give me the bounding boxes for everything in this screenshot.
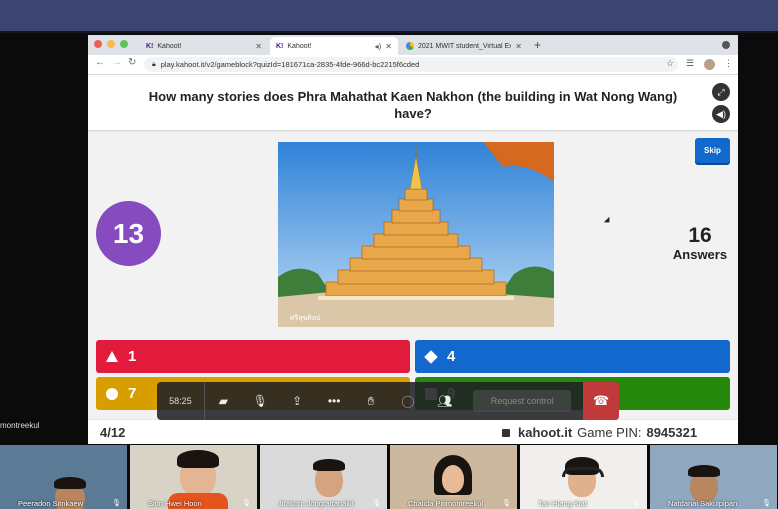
speaker-icon[interactable]: ◂) [375, 42, 382, 51]
close-tab-icon[interactable]: ✕ [385, 42, 392, 51]
game-pin-label: Game PIN: [577, 425, 642, 440]
mic-muted-icon: 🎙︎ [242, 500, 251, 507]
back-icon[interactable]: ← [95, 57, 105, 68]
end-call-icon[interactable]: ☎︎ [583, 382, 620, 420]
temple-pagoda-image: ศรีสุขศิลป [278, 142, 554, 327]
participant-hair [54, 477, 86, 489]
request-control-button[interactable]: Request control [473, 390, 572, 412]
close-tab-icon[interactable]: ✕ [255, 42, 262, 51]
skip-button[interactable]: Skip [695, 138, 730, 163]
lock-icon [502, 428, 510, 437]
answers-count: 16 [688, 224, 712, 247]
reading-list-icon[interactable]: ☰ [686, 58, 694, 69]
image-watermark: ศรีสุขศิลป [290, 314, 321, 322]
answer-label: 4 [447, 348, 456, 365]
new-tab-button[interactable]: + [534, 38, 541, 52]
lock-icon: 🔒︎ [152, 60, 156, 68]
browser-toolbar: ← → ↻ 🔒︎ play.kahoot.it/v2/gameblock?qui… [88, 55, 738, 75]
meeting-top-bar [0, 0, 778, 31]
participant-strip: Peeradon Sitnkaew 🎙︎ Sion Hwei Hoon 🎙︎ J… [0, 445, 778, 509]
forward-icon[interactable]: → [112, 57, 122, 68]
mic-muted-icon: 🎙︎ [372, 500, 381, 507]
participant-name: Tan Hiang Kiat [538, 499, 587, 508]
raise-hand-icon[interactable]: ✋︎ [353, 382, 390, 420]
google-drive-icon [406, 42, 414, 50]
tab-title: 2021 MWIT student_Virtual Ex [418, 42, 512, 50]
kahoot-brand: kahoot.it [518, 425, 573, 440]
answer-option-triangle[interactable]: 1 [96, 340, 410, 373]
top-divider [0, 31, 778, 33]
mic-muted-icon: 🎙︎ [502, 500, 511, 507]
participant-hair [688, 465, 720, 477]
close-tab-icon[interactable]: ✕ [515, 42, 522, 51]
more-menu-icon[interactable]: ⋮ [724, 58, 733, 69]
offscreen-participant-name: montreekul [0, 421, 40, 430]
screen: { "browser": { "tabs": [ {"favicon": "K!… [0, 0, 778, 509]
participant-hair [313, 459, 345, 471]
participant-face [442, 465, 464, 493]
answers-counter: 16 Answers [668, 225, 732, 263]
share-screen-icon[interactable]: ⇪ [279, 382, 316, 420]
answer-label: 1 [128, 348, 137, 365]
participant-name: Jirakorn Jongrattanakit [278, 499, 354, 508]
participant-tile[interactable]: Chalida Pitimontreekul 🎙︎ [390, 445, 517, 509]
countdown-timer: 13 [96, 201, 161, 266]
participant-name: Natdanai Sakulpipan [668, 499, 738, 508]
chat-icon[interactable]: ◯ [390, 382, 427, 420]
participant-name: Chalida Pitimontreekul [408, 499, 484, 508]
question-index: 4/12 [100, 425, 126, 440]
answer-option-diamond[interactable]: 4 [415, 340, 730, 373]
participant-tile[interactable]: Jirakorn Jongrattanakit 🎙︎ [260, 445, 387, 509]
kahoot-favicon-icon: K! [146, 42, 154, 50]
mic-muted-icon[interactable]: 🎙︎ [242, 382, 279, 420]
tab-drive[interactable]: 2021 MWIT student_Virtual Ex ✕ [400, 37, 528, 55]
maximize-window-button[interactable] [120, 40, 128, 48]
camera-icon[interactable]: ▰ [205, 382, 242, 420]
diamond-icon [424, 349, 438, 364]
game-footer: 4/12 kahoot.it Game PIN: 8945321 [88, 419, 738, 444]
more-options-icon[interactable]: ••• [316, 382, 353, 420]
close-window-button[interactable] [94, 40, 102, 48]
chrome-menu-icon[interactable] [722, 41, 730, 49]
participant-name: Peeradon Sitnkaew [18, 499, 84, 508]
headphones-icon [562, 467, 604, 477]
tab-kahoot-1[interactable]: K! Kahoot! ✕ [140, 37, 268, 55]
participant-tile[interactable]: Tan Hiang Kiat 🎙︎ [520, 445, 647, 509]
meeting-controls: 58:25 ▰ 🎙︎ ⇪ ••• ✋︎ ◯ 👥︎ Request control… [157, 382, 620, 420]
mouse-pointer-icon [603, 216, 613, 226]
fullscreen-icon[interactable]: ⤢ [712, 83, 730, 101]
mic-muted-icon: 🎙︎ [112, 500, 121, 507]
reload-icon[interactable]: ↻ [128, 57, 136, 68]
participant-tile[interactable]: Peeradon Sitnkaew 🎙︎ [0, 445, 127, 509]
bookmark-star-icon[interactable]: ☆ [666, 58, 674, 69]
question-text: How many stories does Phra Mahathat Kaen… [148, 89, 678, 121]
tab-title: Kahoot! [157, 42, 182, 50]
kahoot-favicon-icon: K! [276, 42, 284, 50]
participant-name: Sion Hwei Hoon [148, 499, 202, 508]
profile-avatar[interactable] [704, 59, 715, 70]
question-image: ศรีสุขศิลป [278, 142, 554, 327]
participants-icon[interactable]: 👥︎ [426, 382, 463, 420]
triangle-icon [106, 351, 118, 362]
participant-tile[interactable]: Sion Hwei Hoon 🎙︎ [130, 445, 257, 509]
mic-muted-icon: 🎙︎ [762, 500, 771, 507]
question-header: How many stories does Phra Mahathat Kaen… [88, 75, 738, 130]
minimize-window-button[interactable] [107, 40, 115, 48]
volume-icon[interactable]: ◀) [712, 105, 730, 123]
circle-icon [106, 387, 118, 400]
participant-hair [177, 450, 219, 468]
address-bar[interactable]: 🔒︎ play.kahoot.it/v2/gameblock?quizId=18… [144, 57, 678, 72]
answer-label: 7 [128, 385, 137, 402]
answers-label: Answers [672, 247, 728, 262]
tab-title: Kahoot! [287, 42, 312, 50]
game-pin-area: kahoot.it Game PIN: 8945321 [502, 425, 697, 440]
game-pin: 8945321 [646, 425, 698, 440]
mic-muted-icon: 🎙︎ [632, 500, 641, 507]
participant-tile[interactable]: Natdanai Sakulpipan 🎙︎ [650, 445, 777, 509]
tab-kahoot-2[interactable]: K! Kahoot! ◂) ✕ [270, 37, 398, 55]
url-text: play.kahoot.it/v2/gameblock?quizId=18167… [160, 60, 420, 69]
elapsed-time: 58:25 [157, 382, 205, 420]
tab-strip: K! Kahoot! ✕ K! Kahoot! ◂) ✕ 2021 MWIT s… [88, 35, 738, 55]
